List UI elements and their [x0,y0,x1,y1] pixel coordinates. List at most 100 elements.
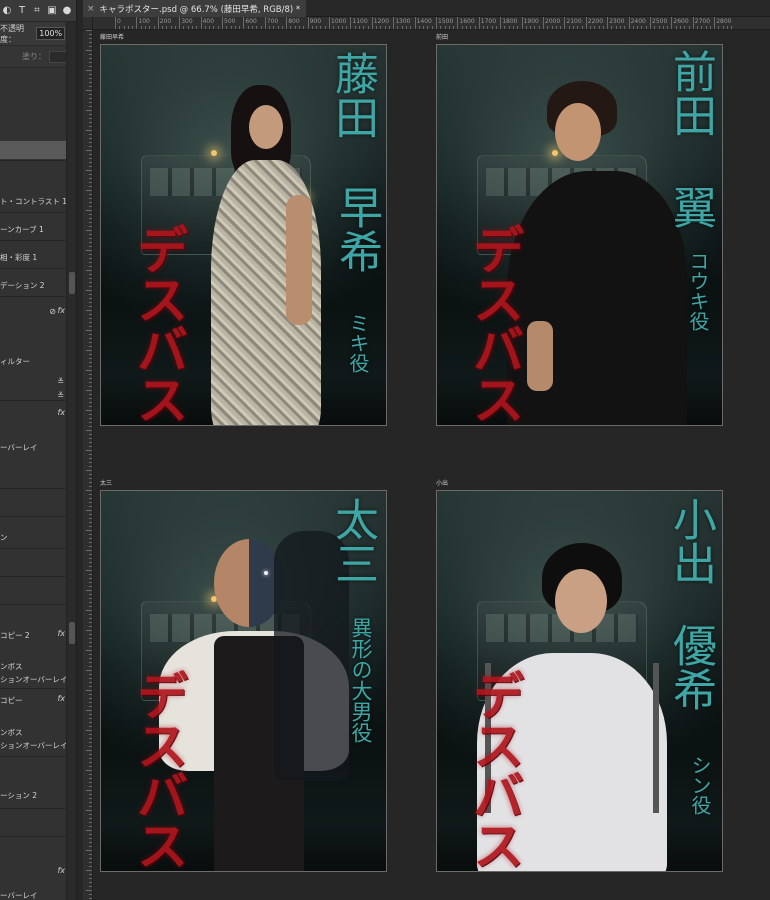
close-icon[interactable]: × [87,4,95,14]
type-filter-icon[interactable]: T [17,5,27,16]
selected-layer-row[interactable] [0,141,66,159]
ruler-tick [89,618,92,619]
vertical-ruler[interactable] [83,30,93,900]
artboard-poster-4[interactable]: デスバス 小出 優希 シン役 [436,490,723,872]
filter-settings-icon[interactable]: ≚ [57,391,64,400]
ruler-label: 1500 [438,18,454,25]
layer-row[interactable]: コピー [0,695,66,706]
fx-icon[interactable]: fx [57,408,65,417]
layer-effect-row[interactable]: ションオーバーレイ [0,674,66,685]
horizontal-ruler[interactable]: 0 100 200 300 400 500 600 700 800 900 1000 1100 1200… [93,17,770,30]
ruler-minor-tick [688,26,690,29]
layer-effect-row[interactable]: ーバーレイ [0,890,66,900]
ruler-tick [89,282,92,283]
artboard-poster-2[interactable]: デスバス 前田 翼 コウキ役 [436,44,723,426]
layer-row[interactable]: デーション 2 [0,280,66,291]
ruler-minor-tick [418,26,420,29]
opacity-label: 不透明度： [0,23,24,44]
ruler-minor-tick [123,26,125,29]
ruler-tick [89,722,92,723]
layer-name: ィルター [0,357,30,366]
ruler-tick [89,406,92,407]
ruler-tick [89,286,92,287]
ruler-tick [89,166,92,167]
ruler-tick [89,682,92,683]
ruler-label: 1700 [480,18,497,25]
ruler-tick [86,610,92,611]
ruler-tick [89,522,92,523]
layer-effect-row[interactable]: ションオーバーレイ [0,740,66,751]
ruler-minor-tick [162,26,164,29]
layer-row[interactable]: コピー 2 [0,630,66,641]
layer-effect-row[interactable]: ンボス [0,661,66,672]
fx-icon[interactable]: fx [57,306,65,315]
ruler-tick [86,390,92,391]
ruler-minor-tick [513,26,515,29]
ruler-minor-tick [427,26,429,29]
ruler-minor-tick [654,26,656,29]
artboard-label[interactable]: 小出 [436,478,448,487]
layer-row[interactable]: ィルター [0,356,66,367]
ruler-tick [89,546,92,547]
ruler-tick [89,498,92,499]
ruler-label: 1800 [502,18,518,25]
filter-settings-icon[interactable]: ≚ [57,377,64,386]
layer-row[interactable]: ン [0,532,66,543]
fx-icon[interactable]: fx [57,629,65,638]
ruler-corner[interactable] [83,17,93,30]
role-name: シン役 [688,755,712,815]
opacity-input[interactable]: 100% [36,27,66,40]
ruler-tick [89,854,92,855]
filter-toggle-icon[interactable]: ● [62,5,72,16]
ruler-tick [89,78,92,79]
ruler-minor-tick [376,26,378,29]
ruler-minor-tick [701,26,703,29]
artboard-label[interactable]: 前田 [436,32,448,41]
link-icon[interactable]: ⊘ [49,307,56,316]
layer-name: ーンカーブ 1 [0,225,44,234]
scroll-thumb[interactable] [69,622,75,644]
layer-row[interactable]: 相・彩度 1 [0,252,66,263]
ruler-minor-tick [590,26,592,29]
ruler-minor-tick [423,26,425,29]
scroll-thumb[interactable] [69,272,75,294]
artboard-label[interactable]: 太三 [100,478,112,487]
ruler-tick [89,866,92,867]
ruler-tick [89,794,92,795]
ruler-tick [86,250,92,251]
ruler-tick [86,370,92,371]
adjustment-filter-icon[interactable]: ◐ [2,5,12,16]
artboard-label[interactable]: 藤田早希 [100,32,124,41]
ruler-label: 2200 [587,18,604,25]
ruler-tick [89,426,92,427]
ruler-tick [89,338,92,339]
artboard-poster-3[interactable]: デスバス 太三 異形の大男役 [100,490,387,872]
ruler-minor-tick [667,26,669,29]
fx-icon[interactable]: fx [57,866,65,875]
fill-row: 塗り： [0,46,76,68]
layer-row[interactable]: ーンカーブ 1 [0,224,66,235]
document-tab[interactable]: × キャラポスター.psd @ 66.7% (藤田早希, RGB/8) * [83,0,307,17]
ruler-minor-tick [440,26,442,29]
actor-name: 優希 [665,623,716,711]
ruler-tick [89,466,92,467]
layer-divider [0,548,66,549]
layer-row[interactable]: ーバーレイ [0,442,66,453]
artboard-poster-1[interactable]: デスバス 藤田 早希 ミキ役 [100,44,387,426]
ruler-tick [89,158,92,159]
ruler-tick [86,350,92,351]
smart-object-filter-icon[interactable]: ▣ [47,5,57,16]
layer-row[interactable]: ーション 2 [0,790,66,801]
shape-filter-icon[interactable]: ⌗ [32,5,42,16]
layer-effect-row[interactable]: ンボス [0,727,66,738]
document-canvas[interactable]: 藤田早希 デスバス 藤田 早希 ミキ役 前田 デスバス 前田 翼 コウキ役 太三… [93,30,770,900]
ruler-minor-tick [384,26,386,29]
ruler-minor-tick [153,26,155,29]
ruler-tick [86,470,92,471]
fx-icon[interactable]: fx [57,694,65,703]
ruler-tick [89,638,92,639]
ruler-tick [89,862,92,863]
layer-row[interactable]: ト・コントラスト 1 [0,196,66,207]
ruler-minor-tick [684,26,686,29]
layers-scrollbar[interactable] [66,22,76,900]
